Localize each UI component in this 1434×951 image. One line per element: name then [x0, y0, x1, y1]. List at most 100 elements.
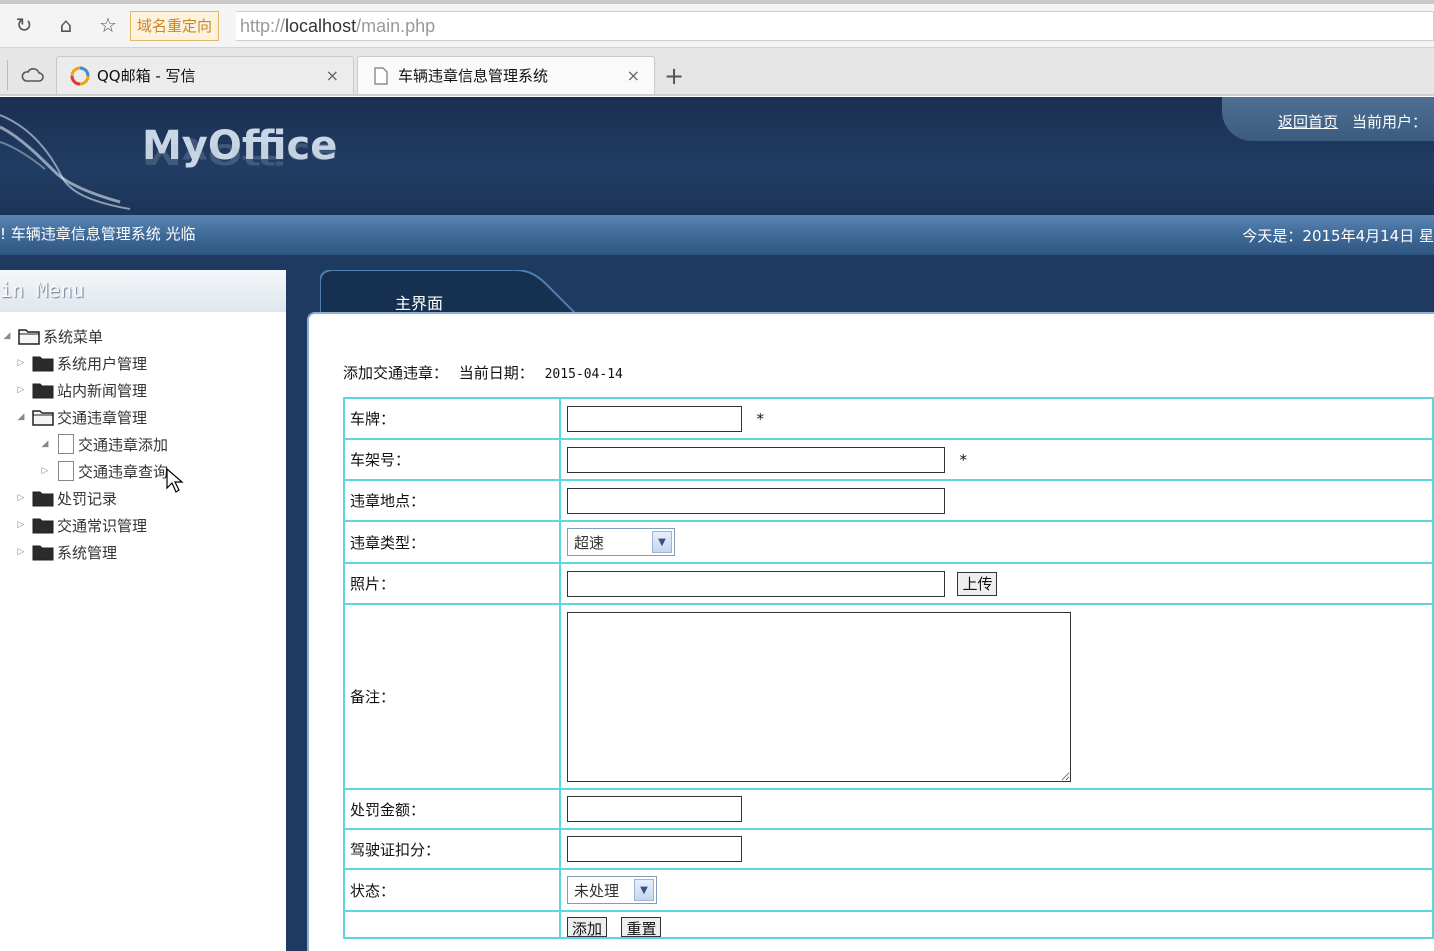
- tree-label: 交通违章管理: [57, 408, 148, 427]
- tab-main-label: 主界面: [395, 294, 444, 313]
- form-cell: 超速 ▼: [559, 520, 1434, 564]
- close-icon[interactable]: ×: [627, 66, 640, 85]
- empty-cell: [343, 910, 561, 939]
- plate-label: 车牌：: [343, 397, 561, 440]
- points-label: 驾驶证扣分：: [343, 828, 561, 870]
- reload-icon[interactable]: ↻: [6, 10, 42, 40]
- frame-label: 车架号：: [343, 438, 561, 481]
- form-row: 备注：: [343, 603, 1434, 790]
- form-cell: 上传: [559, 562, 1434, 605]
- required-mark: *: [959, 450, 967, 469]
- tab-label: 车辆违章信息管理系统: [398, 67, 549, 85]
- sidebar-item-violation-query[interactable]: ▷ 交通违章查询: [38, 458, 168, 484]
- remark-textarea[interactable]: [567, 611, 1071, 782]
- current-date: 2015-04-14: [544, 367, 623, 382]
- tab-qqmail[interactable]: QQ邮箱 - 写信 ×: [56, 56, 354, 94]
- url-scheme: http://: [240, 16, 286, 36]
- form-row: 车架号： *: [343, 438, 1434, 481]
- sidebar-title-text: in Menu: [0, 278, 85, 302]
- photo-path-input[interactable]: [567, 570, 945, 597]
- sidebar-title: in Menu: [0, 270, 286, 312]
- form-cell: [559, 828, 1434, 870]
- plate-input[interactable]: [567, 405, 742, 432]
- form-row: 添加 重置: [343, 910, 1434, 939]
- expand-arrow-icon: ▷: [41, 466, 49, 476]
- frame-number-input[interactable]: [567, 446, 945, 473]
- header-links: 返回首页 当前用户：: [1222, 97, 1434, 141]
- sidebar-item-user-mgmt[interactable]: ▷ 系统用户管理: [14, 350, 147, 376]
- location-input[interactable]: [567, 487, 945, 514]
- remark-label: 备注：: [343, 603, 561, 790]
- app-logo-reflection: MyOffice: [142, 136, 338, 169]
- tree-label: 站内新闻管理: [57, 381, 148, 400]
- current-user-label: 当前用户：: [1352, 113, 1428, 131]
- form-cell: 添加 重置: [559, 910, 1434, 939]
- tree-root[interactable]: ◢ 系统菜单: [0, 323, 103, 349]
- expand-arrow-icon: ▷: [17, 385, 25, 395]
- collapse-arrow-icon: ◢: [3, 331, 11, 341]
- expand-arrow-icon: ▷: [17, 358, 25, 368]
- form-row: 违章类型： 超速 ▼: [343, 520, 1434, 564]
- tab-divider: [0, 60, 8, 90]
- chevron-down-icon[interactable]: ▼: [634, 879, 654, 901]
- sidebar-item-traffic-knowledge[interactable]: ▷ 交通常识管理: [14, 512, 147, 538]
- collapse-arrow-icon: ◢: [17, 412, 25, 422]
- tab-violation-system[interactable]: 车辆违章信息管理系统 ×: [357, 56, 655, 94]
- upload-button[interactable]: 上传: [957, 571, 998, 596]
- folder-icon: [32, 356, 54, 372]
- form-cell: *: [559, 397, 1434, 440]
- status-select[interactable]: 未处理 ▼: [567, 876, 657, 904]
- redirect-badge[interactable]: 域名重定向: [130, 11, 220, 41]
- form-row: 处罚金额：: [343, 788, 1434, 830]
- qqmail-icon: [69, 65, 91, 87]
- reset-button[interactable]: 重置: [621, 917, 662, 937]
- form-heading: 添加交通违章： 当前日期： 2015-04-14: [343, 362, 623, 383]
- url-path: /main.php: [356, 16, 436, 36]
- form-row: 车牌： *: [343, 397, 1434, 440]
- license-points-input[interactable]: [567, 836, 742, 862]
- folder-icon: [32, 491, 54, 507]
- expand-arrow-icon: ▷: [17, 493, 25, 503]
- url-host: localhost: [285, 16, 357, 36]
- tab-main[interactable]: 主界面: [320, 270, 580, 314]
- form-row: 驾驶证扣分：: [343, 828, 1434, 870]
- url-field[interactable]: http://localhost/main.php: [236, 11, 1434, 41]
- tree-label: 系统用户管理: [57, 354, 148, 373]
- select-value: 未处理: [574, 881, 620, 900]
- document-icon: [58, 461, 74, 481]
- expand-arrow-icon: ▷: [17, 547, 25, 557]
- mouse-cursor-icon: [166, 468, 184, 493]
- star-icon[interactable]: ☆: [90, 10, 126, 40]
- sidebar-item-penalty-records[interactable]: ▷ 处罚记录: [14, 485, 117, 511]
- violation-form: 车牌： * 车架号： * 违章地点： 违章类型： 超速 ▼ 照片： 上传 备注：…: [343, 397, 1434, 939]
- tree-label: 交通违章添加: [78, 435, 169, 454]
- swoosh-decoration: [0, 114, 131, 210]
- chevron-down-icon[interactable]: ▼: [652, 531, 672, 553]
- tree-label: 交通常识管理: [57, 516, 148, 535]
- form-cell: *: [559, 438, 1434, 481]
- sidebar-item-news-mgmt[interactable]: ▷ 站内新闻管理: [14, 377, 147, 403]
- location-label: 违章地点：: [343, 479, 561, 522]
- fine-label: 处罚金额：: [343, 788, 561, 830]
- status-label: 状态：: [343, 868, 561, 912]
- cloud-icon[interactable]: [18, 64, 46, 86]
- new-tab-button[interactable]: +: [660, 64, 688, 90]
- sidebar-item-system-mgmt[interactable]: ▷ 系统管理: [14, 539, 117, 565]
- home-icon[interactable]: ⌂: [48, 10, 84, 40]
- form-row: 照片： 上传: [343, 562, 1434, 605]
- home-link[interactable]: 返回首页: [1278, 111, 1338, 132]
- folder-icon: [32, 545, 54, 561]
- violation-type-select[interactable]: 超速 ▼: [567, 528, 675, 556]
- close-icon[interactable]: ×: [326, 66, 339, 85]
- form-row: 状态： 未处理 ▼: [343, 868, 1434, 912]
- add-button[interactable]: 添加: [567, 917, 608, 937]
- form-cell: [559, 788, 1434, 830]
- sidebar-item-violation-add[interactable]: ◢ 交通违章添加: [38, 431, 168, 457]
- sidebar-item-violation-mgmt[interactable]: ◢ 交通违章管理: [14, 404, 147, 430]
- form-cell: [559, 479, 1434, 522]
- tree-label: 系统菜单: [43, 327, 104, 346]
- folder-icon: [32, 518, 54, 534]
- select-value: 超速: [574, 533, 605, 552]
- tree-label: 系统管理: [57, 543, 118, 562]
- fine-amount-input[interactable]: [567, 796, 742, 822]
